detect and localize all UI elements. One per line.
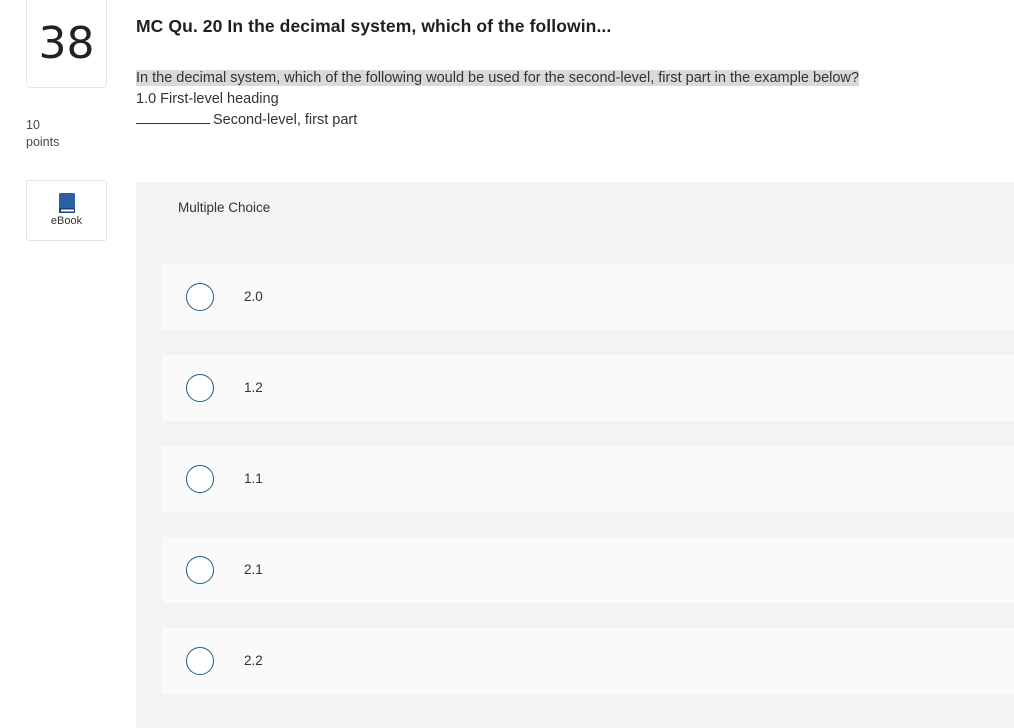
- choice-option-3[interactable]: 1.1: [162, 446, 1014, 512]
- radio-button[interactable]: [186, 374, 214, 402]
- choice-option-4[interactable]: 2.1: [162, 537, 1014, 603]
- prompt-example-line2: Second-level, first part: [213, 112, 358, 128]
- ebook-button[interactable]: eBook: [26, 180, 107, 241]
- book-icon: [58, 193, 75, 213]
- prompt-text-highlighted: In the decimal system, which of the foll…: [136, 70, 859, 86]
- prompt-example-line1: 1.0 First-level heading: [136, 91, 279, 107]
- multiple-choice-label: Multiple Choice: [178, 200, 271, 215]
- choice-option-2[interactable]: 1.2: [162, 355, 1014, 421]
- choice-label: 2.2: [244, 653, 263, 668]
- choice-label: 1.2: [244, 380, 263, 395]
- question-number: 38: [38, 18, 95, 69]
- choice-label: 2.1: [244, 562, 263, 577]
- question-prompt: In the decimal system, which of the foll…: [136, 68, 859, 131]
- radio-button[interactable]: [186, 283, 214, 311]
- question-title: MC Qu. 20 In the decimal system, which o…: [136, 16, 612, 36]
- choice-option-1[interactable]: 2.0: [162, 264, 1014, 330]
- multiple-choice-panel: Multiple Choice 2.0 1.2 1.1 2.1 2.2: [136, 182, 1014, 728]
- points-label: points: [26, 135, 60, 149]
- choice-option-5[interactable]: 2.2: [162, 628, 1014, 694]
- choice-label: 2.0: [244, 289, 263, 304]
- radio-button[interactable]: [186, 465, 214, 493]
- points-info: 10 points: [26, 117, 59, 151]
- question-number-box: 38: [26, 0, 107, 88]
- ebook-label: eBook: [50, 215, 83, 227]
- points-value: 10: [26, 118, 40, 132]
- choice-label: 1.1: [244, 471, 263, 486]
- radio-button[interactable]: [186, 647, 214, 675]
- answer-blank: [136, 111, 210, 124]
- radio-button[interactable]: [186, 556, 214, 584]
